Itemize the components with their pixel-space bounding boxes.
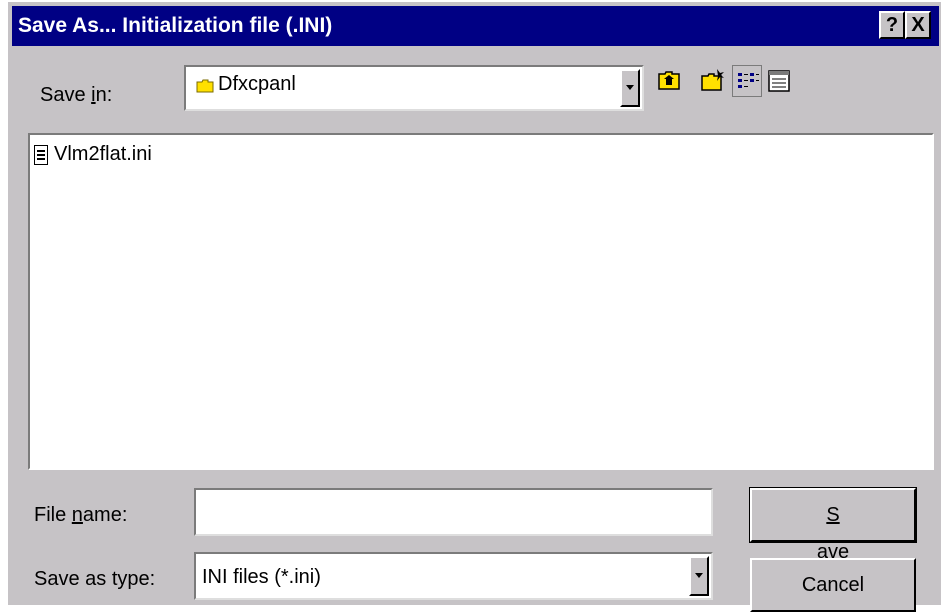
- up-one-level-button[interactable]: [654, 65, 684, 97]
- save-in-label: Save in:: [40, 84, 113, 106]
- cancel-button[interactable]: Cancel: [750, 558, 916, 612]
- save-as-dialog: Save As... Initialization file (.INI) ? …: [6, 0, 941, 612]
- details-view-icon: [768, 70, 790, 92]
- title-bar[interactable]: Save As... Initialization file (.INI) ? …: [12, 6, 939, 46]
- save-button[interactable]: Save: [749, 487, 917, 563]
- window-title: Save As... Initialization file (.INI): [18, 14, 333, 37]
- save-in-dropdown[interactable]: Dfxcpanl: [184, 65, 644, 111]
- cancel-button-label: Cancel: [801, 574, 865, 596]
- help-button[interactable]: ?: [879, 11, 905, 39]
- create-new-folder-button[interactable]: [698, 65, 728, 97]
- create-new-folder-icon: [701, 69, 724, 91]
- up-one-level-icon: [658, 71, 680, 90]
- chevron-down-icon: [695, 573, 703, 578]
- file-name-label: File name:: [34, 504, 128, 526]
- list-view-button[interactable]: [732, 65, 762, 97]
- file-list[interactable]: Vlm2flat.ini: [28, 133, 934, 470]
- save-as-type-dropdown-button[interactable]: [689, 556, 709, 596]
- close-button[interactable]: X: [905, 11, 931, 39]
- save-in-value: Dfxcpanl: [218, 73, 296, 95]
- ini-file-icon: [34, 145, 48, 165]
- save-as-type-dropdown[interactable]: INI files (*.ini): [194, 552, 713, 600]
- chevron-down-icon: [626, 85, 634, 90]
- file-item-name: Vlm2flat.ini: [54, 143, 152, 165]
- file-name-input[interactable]: [194, 488, 713, 536]
- save-in-dropdown-button[interactable]: [620, 69, 640, 107]
- save-button-label: Save: [816, 504, 850, 563]
- folder-icon: [196, 79, 214, 93]
- save-as-type-value: INI files (*.ini): [202, 566, 321, 588]
- details-view-button[interactable]: [764, 65, 794, 97]
- save-as-type-label: Save as type:: [34, 568, 156, 590]
- list-view-icon: [738, 73, 759, 88]
